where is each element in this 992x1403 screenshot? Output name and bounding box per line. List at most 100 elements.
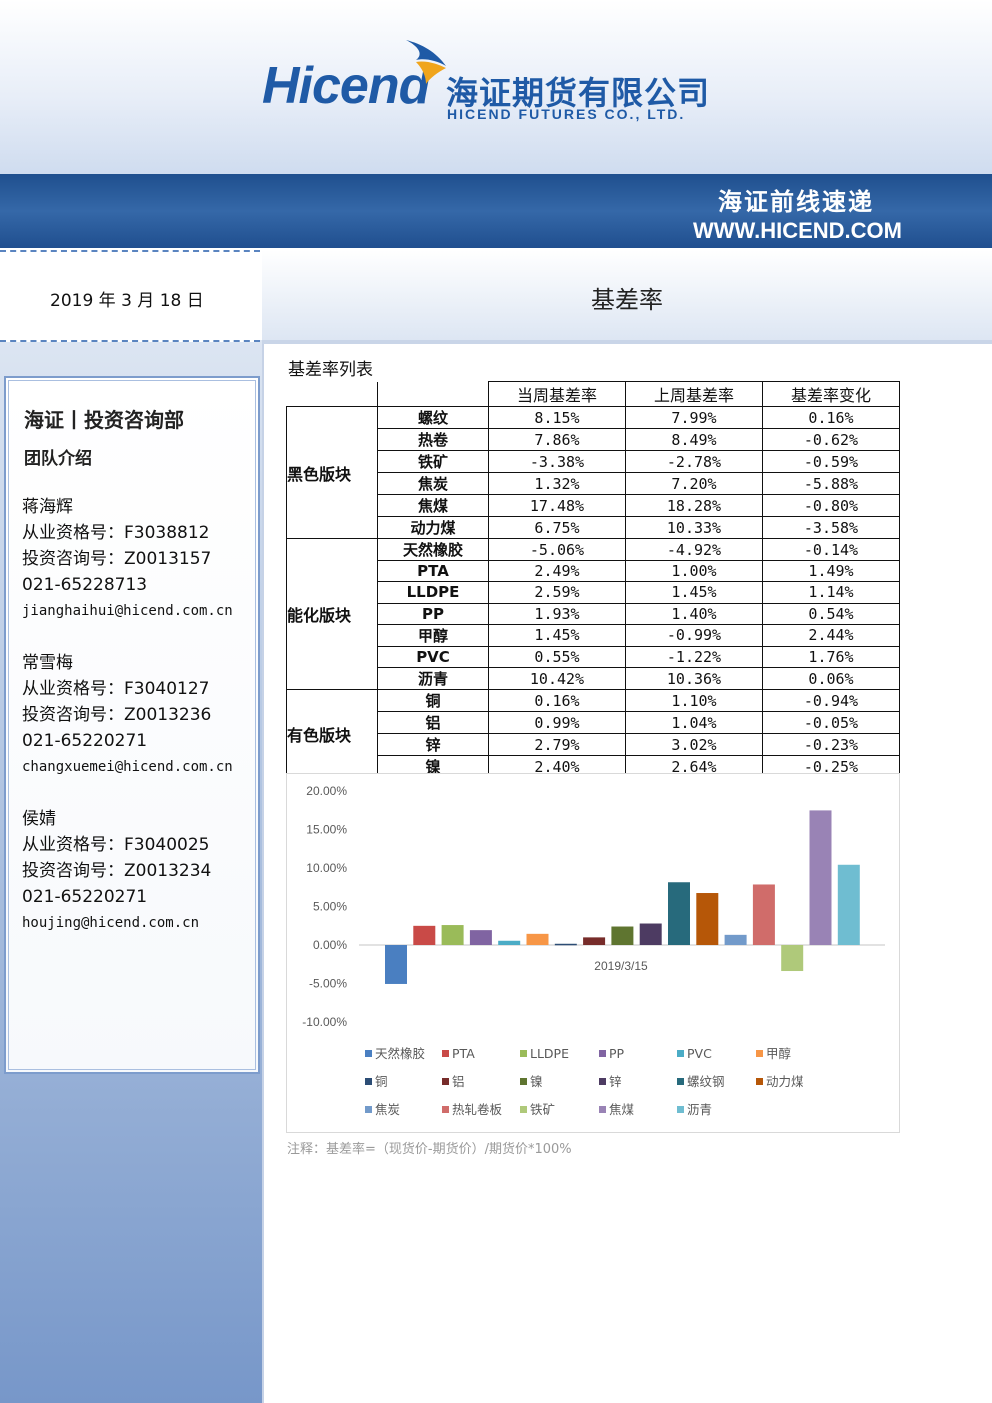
bar-铁矿	[781, 945, 804, 972]
legend-label: PP	[609, 1046, 625, 1061]
previous-week-rate: -4.92%	[625, 538, 763, 561]
product-name: PTA	[377, 559, 489, 583]
previous-week-rate: 1.00%	[625, 559, 763, 583]
table-corner	[377, 381, 489, 407]
y-tick-label: -10.00%	[302, 1015, 347, 1029]
legend-swatch	[677, 1050, 684, 1057]
legend-label: 锌	[609, 1074, 622, 1089]
previous-week-rate: 18.28%	[625, 494, 763, 517]
member-email[interactable]: changxuemei@hicend.com.cn	[22, 754, 233, 780]
current-week-rate: 1.32%	[488, 472, 626, 495]
legend-label: 铝	[452, 1074, 465, 1089]
product-name: 焦炭	[377, 472, 489, 495]
previous-week-rate: 7.99%	[625, 406, 763, 429]
previous-week-rate: -2.78%	[625, 450, 763, 473]
current-week-rate: 2.59%	[488, 581, 626, 604]
y-tick-label: 5.00%	[313, 900, 347, 914]
legend-swatch	[599, 1050, 606, 1057]
legend-item: 铁矿	[520, 1102, 555, 1117]
rate-change: -0.23%	[762, 733, 900, 757]
current-week-rate: 7.86%	[488, 428, 626, 451]
legend-label: 焦煤	[609, 1102, 635, 1117]
rate-change: 0.06%	[762, 667, 900, 691]
column-header: 基差率变化	[762, 381, 900, 407]
member-consult-number: 投资咨询号：Z0013234	[22, 861, 212, 881]
current-week-rate: 0.99%	[488, 711, 626, 735]
rate-change: -0.14%	[762, 538, 900, 561]
table-row: 能化版块 天然橡胶 -5.06% -4.92% -0.14%	[286, 537, 900, 691]
product-name: 甲醇	[377, 623, 489, 647]
table-row: 有色版块铜 0.16% 1.10% -0.94%	[286, 689, 900, 779]
rate-change: 0.16%	[762, 406, 900, 429]
legend-item: LLDPE	[520, 1046, 569, 1061]
product-name: 天然橡胶	[377, 538, 489, 561]
product-name: 热卷	[377, 428, 489, 451]
table-row: 热卷 7.86% 8.49% -0.62%	[287, 428, 900, 451]
previous-week-rate: -1.22%	[625, 645, 763, 669]
column-divider	[262, 250, 264, 1403]
current-week-rate: 2.49%	[488, 559, 626, 583]
legend-label: PTA	[452, 1046, 475, 1061]
legend-item: 锌	[599, 1074, 622, 1089]
member-qualification: 从业资格号：F3040025	[22, 835, 210, 855]
bar-铜	[554, 943, 577, 946]
chart-canvas: -10.00% -5.00% 0.00% 5.00% 10.00% 15.00% 20.00…	[302, 784, 885, 1117]
logo-swoosh-icon	[406, 40, 446, 84]
bar-焦煤	[809, 810, 832, 945]
sector-label: 有色版块	[286, 689, 378, 779]
table-row: PTA 2.49% 1.00% 1.49%	[287, 559, 900, 583]
website-url[interactable]: WWW.HICEND.COM	[693, 218, 902, 244]
product-name: 铝	[377, 711, 489, 735]
member-email[interactable]: houjing@hicend.com.cn	[22, 910, 211, 936]
current-week-rate: 1.93%	[488, 602, 626, 625]
legend-swatch	[520, 1106, 527, 1113]
rate-change: -0.59%	[762, 450, 900, 473]
legend-label: 甲醇	[766, 1046, 791, 1061]
previous-week-rate: 10.36%	[625, 667, 763, 691]
legend-item: 焦煤	[599, 1102, 635, 1117]
rate-change: -0.62%	[762, 428, 900, 451]
legend-swatch	[520, 1078, 527, 1085]
table-row: LLDPE 2.59% 1.45% 1.14%	[287, 581, 900, 604]
basis-rate-chart: -10.00% -5.00% 0.00% 5.00% 10.00% 15.00% 20.00…	[286, 773, 900, 1133]
member-phone: 021-65220271	[22, 731, 148, 751]
current-week-rate: 6.75%	[488, 516, 626, 539]
bar-铝	[583, 937, 606, 945]
department-title: 海证丨投资咨询部	[24, 408, 184, 432]
bar-甲醇	[526, 933, 549, 945]
sector-label: 能化版块	[286, 537, 378, 691]
table-row: PP 1.93% 1.40% 0.54%	[287, 602, 900, 625]
product-name: 沥青	[377, 667, 489, 691]
current-week-rate: 0.16%	[488, 689, 626, 713]
legend-item: 热轧卷板	[442, 1102, 503, 1117]
title-box: 基差率	[262, 250, 992, 340]
legend-swatch	[442, 1050, 449, 1057]
member-qualification: 从业资格号：F3040127	[22, 679, 210, 699]
bar-LLDPE	[441, 925, 464, 945]
current-week-rate: 1.45%	[488, 623, 626, 647]
bar-锌	[639, 923, 662, 945]
team-member: 常雪梅 从业资格号：F3040127 投资咨询号：Z0013236 021-65…	[22, 650, 233, 780]
legend-item: 铝	[442, 1074, 465, 1089]
rate-change: 0.54%	[762, 602, 900, 625]
header: Hicend 海证期货有限公司 HICEND FUTURES CO., LTD.	[0, 0, 992, 174]
date-box: 2019 年 3 月 18 日	[0, 250, 260, 342]
product-name: 锌	[377, 733, 489, 757]
company-logo: Hicend 海证期货有限公司 HICEND FUTURES CO., LTD.	[262, 38, 732, 128]
team-member: 侯婧 从业资格号：F3040025 投资咨询号：Z0013234 021-652…	[22, 806, 211, 936]
column-header: 当周基差率	[488, 381, 626, 407]
member-email[interactable]: jianghaihui@hicend.com.cn	[22, 598, 233, 624]
table-corner	[286, 381, 378, 407]
legend-swatch	[520, 1050, 527, 1057]
legend-swatch	[599, 1106, 606, 1113]
previous-week-rate: 8.49%	[625, 428, 763, 451]
previous-week-rate: 1.40%	[625, 602, 763, 625]
product-name: 螺纹	[377, 406, 489, 429]
header-banner: 海证前线速递 WWW.HICEND.COM	[0, 174, 992, 248]
rate-change: -0.05%	[762, 711, 900, 735]
report-date: 2019 年 3 月 18 日	[50, 291, 204, 311]
legend-label: 热轧卷板	[452, 1102, 503, 1117]
table-header-row: 当周基差率 上周基差率 基差率变化	[286, 381, 900, 407]
previous-week-rate: 3.02%	[625, 733, 763, 757]
legend-item: 铜	[365, 1074, 388, 1089]
